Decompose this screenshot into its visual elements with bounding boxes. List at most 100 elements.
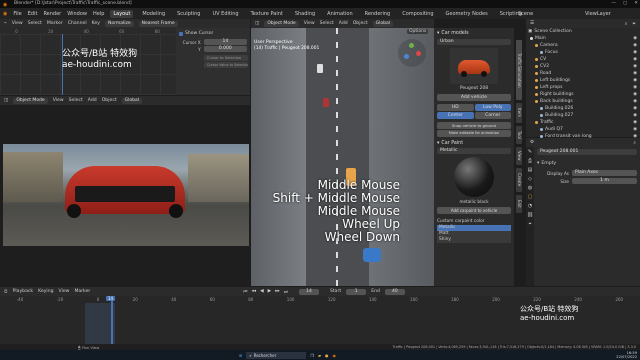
timeline-menu-keying[interactable]: Keying [38,289,53,294]
workspace-tab-rendering[interactable]: Rendering [362,10,394,18]
timeline-type-icon[interactable]: ⏱ [4,289,8,295]
workspace-tab-compositing[interactable]: Compositing [399,10,436,18]
visibility-eye-icon[interactable]: ◉ [633,91,640,98]
car-thumbnail[interactable] [450,48,498,84]
tool-tab-icon[interactable]: ✎ [528,149,532,155]
menu-window[interactable]: Window [67,11,87,17]
outliner-item[interactable]: Main ◉ [526,35,640,42]
outliner-search-icon[interactable]: ⌕ [625,21,628,27]
outliner-item[interactable]: Building.027 ◉ [526,112,640,119]
viewport-menu-select[interactable]: Select [320,21,334,26]
browser-icon[interactable]: ● [325,353,329,358]
gizmo-y-icon[interactable] [409,43,414,48]
timeline-menu-marker[interactable]: Marker [74,289,90,294]
graph-menu-marker[interactable]: Marker [47,21,63,26]
next-key-icon[interactable]: ▸▸ [275,289,280,294]
graph-menu-channel[interactable]: Channel [68,21,87,26]
start-frame-field[interactable]: 1 [346,288,367,295]
hd-toggle[interactable]: HD [437,104,474,111]
clock[interactable]: 16:59 22/07/2022 [616,351,637,360]
outliner-item[interactable]: CV2 ◉ [526,63,640,70]
render-tab-icon[interactable]: ⎙ [528,158,532,164]
graph-menu-select[interactable]: Select [28,21,42,26]
graph-menu-key[interactable]: Key [92,21,100,26]
physics-tab-icon[interactable]: ◔ [528,203,532,209]
visibility-eye-icon[interactable]: ◉ [633,49,640,56]
play-reverse-icon[interactable]: ◀ [260,289,264,294]
tab-create[interactable]: Create [516,168,522,192]
show-cursor-checkbox[interactable] [179,31,183,36]
outliner-item[interactable]: Camera ◉ [526,42,640,49]
playhead-frame-badge[interactable]: 14 [106,296,116,301]
graph-menu-view[interactable]: View [12,21,23,26]
workspace-tab-modeling[interactable]: Modeling [139,10,168,18]
visibility-eye-icon[interactable]: ◉ [633,77,640,84]
paint-preview-sphere[interactable] [454,157,494,197]
task-view-icon[interactable]: ❐ [310,353,314,358]
maximize-button[interactable]: ▢ [623,0,627,8]
taskbar-search-box[interactable]: ⌕ Rechercher [246,351,307,359]
graph-editor-type-icon[interactable]: ⌁ [4,21,7,26]
visibility-eye-icon[interactable]: ◉ [633,56,640,63]
minimize-button[interactable]: — [611,0,616,8]
scene-selector[interactable]: Scene [518,11,533,17]
gizmo-x-icon[interactable] [416,51,421,56]
collapse-arrow-icon[interactable]: ▾ [437,141,439,146]
viewport-menu-view[interactable]: View [304,21,315,26]
outliner-item[interactable]: Road ◉ [526,70,640,77]
tab-edit[interactable]: Edit [516,195,522,213]
workspace-tab-geometry-nodes[interactable]: Geometry Nodes [443,10,491,18]
visibility-eye-icon[interactable]: ◉ [633,84,640,91]
camera-menu-add[interactable]: Add [88,98,97,103]
center-toggle[interactable]: Center [437,112,474,119]
view-layer-selector[interactable]: ViewLayer [585,11,611,17]
menu-file[interactable]: File [13,11,21,17]
viewport-menu-object[interactable]: Object [353,21,368,26]
output-tab-icon[interactable]: ▤ [528,167,533,173]
workspace-tab-texture-paint[interactable]: Texture Paint [248,10,286,18]
size-field[interactable]: 1 m [572,178,637,184]
gizmo-z-icon[interactable] [404,54,409,59]
tab-tool[interactable]: Tool [516,126,522,144]
visibility-eye-icon[interactable]: ◉ [633,63,640,70]
normalize-toggle[interactable]: Normalize [104,20,134,27]
camera-menu-select[interactable]: Select [69,98,83,103]
visibility-eye-icon[interactable]: ◉ [633,70,640,77]
menu-edit[interactable]: Edit [28,11,38,17]
properties-search-icon[interactable]: ⌕ [633,140,636,146]
workspace-tab-animation[interactable]: Animation [324,10,356,18]
paint-type-dropdown[interactable]: Metallic [437,148,511,154]
prev-key-icon[interactable]: ◂◂ [251,289,256,294]
cursor-value-to-selection-button[interactable]: Cursor Value to Selection [204,62,248,68]
navigation-gizmo[interactable] [398,39,426,67]
world-tab-icon[interactable]: ◍ [528,185,532,191]
tab-traffic-simulation[interactable]: Traffic Simulation [516,40,522,100]
viewport-menu-add[interactable]: Add [339,21,348,26]
carpaint-option-shiny[interactable]: Shiny [437,237,511,243]
workspace-tab-uv-editing[interactable]: UV Editing [209,10,241,18]
outliner-type-icon[interactable]: ☰ [530,21,534,26]
end-frame-field[interactable]: 40 [384,288,405,295]
outliner-item[interactable]: Focus ◉ [526,49,640,56]
menu-help[interactable]: Help [93,11,104,17]
camera-menu-view[interactable]: View [53,98,64,103]
blender-menu-icon[interactable]: ◉ [3,11,7,17]
outliner-item[interactable]: Right buildings ◉ [526,91,640,98]
collapse-arrow-icon[interactable]: ▾ [537,161,539,166]
viewport-editor-icon[interactable]: ◫ [255,21,259,26]
cursor-y-field[interactable]: 0.000 [203,46,247,52]
outliner-item[interactable]: Building.026 ◉ [526,105,640,112]
visibility-eye-icon[interactable]: ◉ [633,35,640,42]
menu-render[interactable]: Render [43,11,61,17]
city-scene[interactable] [251,28,434,286]
scene-collection-row[interactable]: ▣ Scene Collection [526,28,640,35]
collapse-arrow-icon[interactable]: ▾ [437,31,439,36]
blender-taskbar-icon[interactable]: ◉ [333,353,337,358]
viewport-type-icon[interactable]: ◫ [4,98,8,103]
camera-render-image[interactable] [3,144,249,246]
outliner-item[interactable]: Audi Q7 ◉ [526,126,640,133]
timeline-menu-view[interactable]: View [59,289,70,294]
workspace-tab-shading[interactable]: Shading [292,10,318,18]
visibility-eye-icon[interactable]: ◉ [633,119,640,126]
add-vehicle-button[interactable]: Add vehicle [437,94,511,101]
